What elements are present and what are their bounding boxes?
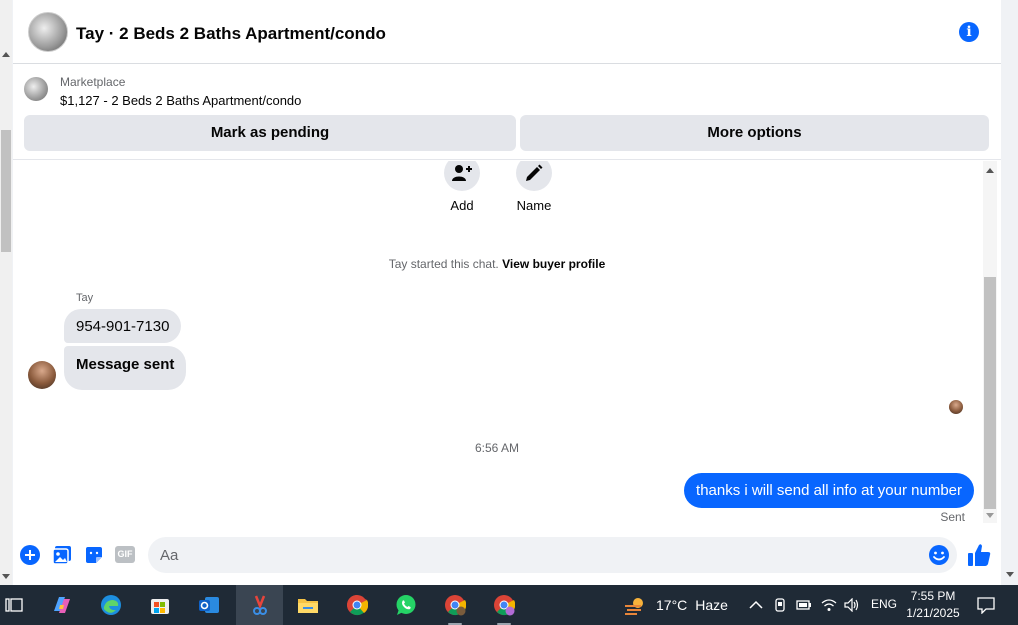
scrollbar-thumb[interactable] bbox=[984, 277, 996, 509]
haze-icon bbox=[625, 598, 643, 615]
message-status: Sent bbox=[940, 510, 965, 524]
add-person-icon[interactable] bbox=[444, 161, 480, 191]
notification-icon[interactable] bbox=[974, 593, 998, 617]
mark-as-pending-button[interactable]: Mark as pending bbox=[24, 115, 516, 151]
listing-avatar[interactable] bbox=[28, 12, 68, 52]
chat-title[interactable]: Tay · 2 Beds 2 Baths Apartment/condo bbox=[76, 24, 386, 44]
chat-started-note: Tay started this chat. View buyer profil… bbox=[13, 257, 981, 271]
message-composer: GIF bbox=[13, 530, 1001, 585]
edge-browser-icon[interactable] bbox=[99, 593, 123, 617]
clock-time: 7:55 PM bbox=[910, 589, 956, 603]
page-scrollbar[interactable] bbox=[0, 0, 12, 585]
started-text: Tay started this chat. bbox=[388, 257, 499, 271]
gif-icon[interactable]: GIF bbox=[115, 546, 135, 563]
view-buyer-profile-link[interactable]: View buyer profile bbox=[502, 257, 605, 271]
add-label: Add bbox=[450, 198, 474, 213]
whatsapp-icon[interactable] bbox=[394, 593, 418, 617]
message-timestamp: 6:56 AM bbox=[474, 441, 520, 455]
conversation-area: Add Name Tay started this chat. View buy… bbox=[13, 161, 1001, 527]
wifi-icon[interactable] bbox=[820, 593, 838, 617]
copilot-icon[interactable] bbox=[50, 593, 74, 617]
listing-title[interactable]: $1,127 - 2 Beds 2 Baths Apartment/condo bbox=[60, 93, 301, 108]
conversation-scrollbar[interactable] bbox=[983, 161, 997, 523]
name-action[interactable]: Name bbox=[504, 161, 564, 213]
info-icon[interactable]: i bbox=[959, 22, 979, 42]
sender-avatar[interactable] bbox=[28, 361, 56, 389]
thumbs-up-icon[interactable] bbox=[966, 542, 992, 568]
clock-date: 1/21/2025 bbox=[906, 606, 960, 620]
weather-condition: Haze bbox=[695, 597, 728, 613]
system-clock[interactable]: 7:55 PM 1/21/2025 bbox=[900, 588, 966, 622]
meet-icon[interactable] bbox=[772, 593, 788, 617]
right-edge bbox=[1001, 0, 1018, 585]
emoji-icon[interactable] bbox=[928, 544, 950, 566]
task-view-icon[interactable] bbox=[2, 593, 26, 617]
add-action[interactable]: Add bbox=[432, 161, 492, 213]
scroll-down-arrow-icon[interactable] bbox=[2, 574, 10, 579]
listing-thumbnail[interactable] bbox=[24, 77, 48, 101]
outlook-icon[interactable] bbox=[197, 593, 221, 617]
marketplace-label: Marketplace bbox=[60, 75, 126, 89]
temperature: 17°C bbox=[656, 597, 688, 613]
file-explorer-icon[interactable] bbox=[296, 593, 320, 617]
weather-widget[interactable]: 17°C Haze bbox=[624, 595, 728, 615]
message-input[interactable] bbox=[148, 537, 957, 573]
scroll-down-arrow-icon[interactable] bbox=[986, 513, 994, 518]
marketplace-panel: Marketplace $1,127 - 2 Beds 2 Baths Apar… bbox=[13, 65, 1001, 160]
photo-gallery-icon[interactable] bbox=[51, 544, 73, 566]
pencil-icon[interactable] bbox=[516, 161, 552, 191]
chevron-up-icon[interactable] bbox=[748, 593, 764, 617]
incoming-message[interactable]: 954-901-7130 bbox=[64, 309, 182, 343]
battery-icon[interactable] bbox=[795, 593, 813, 617]
microsoft-store-icon[interactable] bbox=[148, 593, 172, 617]
chrome-profile-icon[interactable] bbox=[443, 593, 467, 617]
scroll-down-arrow-icon[interactable] bbox=[1006, 572, 1014, 577]
sticker-icon[interactable] bbox=[83, 544, 105, 566]
scroll-up-arrow-icon[interactable] bbox=[2, 52, 10, 57]
scroll-up-arrow-icon[interactable] bbox=[986, 168, 994, 173]
snipping-tool-icon[interactable] bbox=[248, 593, 272, 617]
outgoing-message[interactable]: thanks i will send all info at your numb… bbox=[684, 473, 974, 508]
volume-icon[interactable] bbox=[843, 593, 861, 617]
more-options-button[interactable]: More options bbox=[520, 115, 989, 151]
scrollbar-thumb[interactable] bbox=[1, 130, 11, 252]
windows-taskbar: 17°C Haze ENG 7:55 PM 1/21/2025 bbox=[0, 585, 1018, 625]
chrome-profile-icon[interactable] bbox=[492, 593, 516, 617]
sender-name: Tay bbox=[76, 292, 94, 304]
name-label: Name bbox=[516, 198, 552, 213]
language-indicator[interactable]: ENG bbox=[871, 597, 897, 611]
incoming-message[interactable]: Message sent bbox=[64, 346, 187, 390]
chrome-icon[interactable] bbox=[345, 593, 369, 617]
chat-header: Tay · 2 Beds 2 Baths Apartment/condo i bbox=[13, 0, 1001, 64]
seen-receipt-avatar bbox=[949, 400, 963, 414]
plus-circle-icon[interactable] bbox=[19, 544, 41, 566]
chat-window: Tay · 2 Beds 2 Baths Apartment/condo i M… bbox=[13, 0, 1001, 585]
